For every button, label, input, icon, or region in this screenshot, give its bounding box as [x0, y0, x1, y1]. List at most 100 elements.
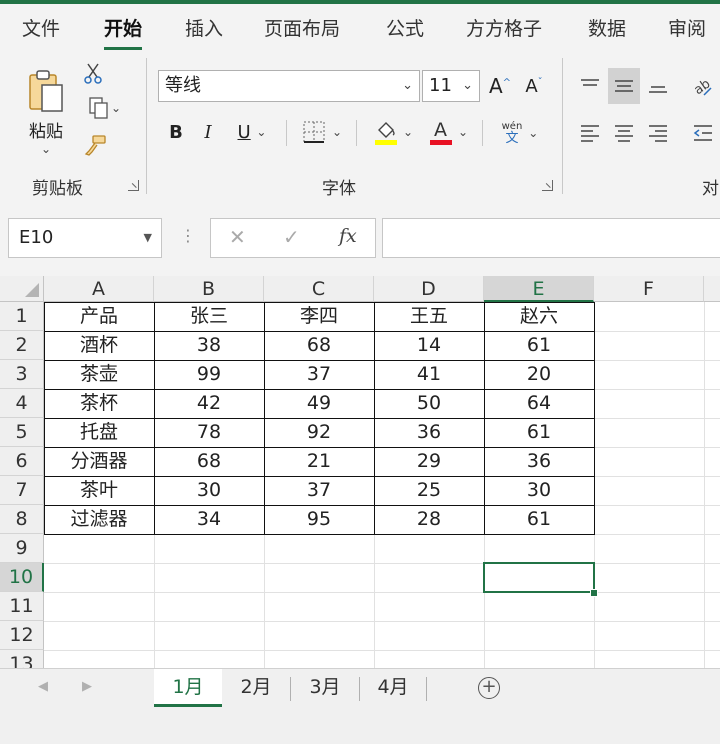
row-header-6[interactable]: 6 [0, 447, 44, 476]
formula-input[interactable] [382, 218, 720, 258]
tab-file[interactable]: 文件 [22, 14, 60, 41]
row-header-4[interactable]: 4 [0, 389, 44, 418]
table-cell[interactable]: 64 [484, 389, 594, 418]
row-header-13[interactable]: 13 [0, 650, 44, 668]
row-header-8[interactable]: 8 [0, 505, 44, 534]
chevron-down-icon[interactable]: ⌄ [402, 71, 413, 101]
align-right-button[interactable] [644, 118, 672, 148]
chevron-down-icon[interactable]: ⌄ [332, 125, 342, 139]
table-header-cell[interactable]: 赵六 [484, 302, 594, 331]
chevron-down-icon[interactable]: ⌄ [462, 71, 473, 101]
insert-function-icon[interactable]: fx [339, 225, 357, 247]
row-header-2[interactable]: 2 [0, 331, 44, 360]
table-cell[interactable]: 28 [374, 505, 484, 534]
row-header-10[interactable]: 10 [0, 563, 44, 592]
table-cell[interactable]: 68 [264, 331, 374, 360]
table-cell[interactable]: 49 [264, 389, 374, 418]
table-cell[interactable]: 41 [374, 360, 484, 389]
table-cell[interactable]: 36 [374, 418, 484, 447]
table-header-cell[interactable]: 王五 [374, 302, 484, 331]
row-header-11[interactable]: 11 [0, 592, 44, 621]
chevron-down-icon[interactable]: ⌄ [458, 125, 468, 139]
phonetic-guide-button[interactable]: wén 文 ⌄ [494, 116, 546, 150]
table-cell[interactable]: 21 [264, 447, 374, 476]
table-cell[interactable]: 34 [154, 505, 264, 534]
table-cell[interactable]: 茶杯 [44, 389, 154, 418]
row-header-7[interactable]: 7 [0, 476, 44, 505]
table-cell[interactable]: 托盘 [44, 418, 154, 447]
table-header-cell[interactable]: 张三 [154, 302, 264, 331]
table-cell[interactable]: 茶壶 [44, 360, 154, 389]
table-cell[interactable]: 61 [484, 418, 594, 447]
table-cell[interactable]: 95 [264, 505, 374, 534]
name-box[interactable]: E10 ▼ [8, 218, 162, 258]
name-box-dropdown-icon[interactable]: ▼ [144, 219, 152, 257]
table-cell[interactable]: 37 [264, 360, 374, 389]
table-cell[interactable]: 78 [154, 418, 264, 447]
cancel-icon[interactable]: ✕ [229, 225, 246, 249]
prev-sheet-icon[interactable]: ◀ [38, 679, 48, 694]
table-cell[interactable]: 25 [374, 476, 484, 505]
italic-button[interactable]: I [196, 118, 220, 146]
fill-handle[interactable] [590, 589, 598, 597]
table-cell[interactable]: 50 [374, 389, 484, 418]
tab-formulas[interactable]: 公式 [386, 14, 424, 41]
underline-button[interactable]: U ⌄ [228, 118, 276, 146]
table-cell[interactable]: 99 [154, 360, 264, 389]
paste-button[interactable]: 粘贴 ⌄ [16, 62, 76, 162]
row-header-1[interactable]: 1 [0, 302, 44, 331]
tab-page-layout[interactable]: 页面布局 [264, 14, 340, 41]
column-header-b[interactable]: B [154, 276, 264, 302]
table-cell[interactable]: 14 [374, 331, 484, 360]
borders-button[interactable]: ⌄ [296, 118, 348, 146]
align-bottom-button[interactable] [644, 70, 672, 102]
cut-button[interactable] [82, 62, 104, 84]
table-cell[interactable]: 61 [484, 505, 594, 534]
column-header-next[interactable] [704, 276, 720, 302]
font-name-combo[interactable]: 等线 ⌄ [158, 70, 420, 102]
format-painter-button[interactable] [82, 132, 108, 158]
enter-check-icon[interactable]: ✓ [283, 225, 300, 249]
selected-cell-e10[interactable] [483, 562, 595, 593]
paste-dropdown-icon[interactable]: ⌄ [41, 142, 51, 156]
align-left-button[interactable] [576, 118, 604, 148]
table-cell[interactable]: 61 [484, 331, 594, 360]
copy-button[interactable]: ⌄ [80, 96, 128, 120]
tab-data[interactable]: 数据 [588, 14, 626, 41]
column-header-c[interactable]: C [264, 276, 374, 302]
table-cell[interactable]: 36 [484, 447, 594, 476]
table-cell[interactable]: 30 [484, 476, 594, 505]
tab-fangfang[interactable]: 方方格子 [466, 14, 542, 41]
table-cell[interactable]: 29 [374, 447, 484, 476]
table-cell[interactable]: 酒杯 [44, 331, 154, 360]
decrease-font-size-button[interactable]: Aˇ [520, 70, 548, 102]
font-launcher-icon[interactable] [542, 180, 553, 191]
formula-bar-grip-icon[interactable]: ⋮ [180, 226, 196, 245]
bold-button[interactable]: B [164, 118, 188, 146]
clipboard-launcher-icon[interactable] [128, 180, 139, 191]
table-cell[interactable]: 42 [154, 389, 264, 418]
row-header-12[interactable]: 12 [0, 621, 44, 650]
align-center-button[interactable] [610, 118, 638, 148]
column-header-f[interactable]: F [594, 276, 704, 302]
chevron-down-icon[interactable]: ⌄ [256, 125, 266, 139]
sheet-tab-1[interactable]: 1月 [154, 669, 222, 707]
table-header-cell[interactable]: 产品 [44, 302, 154, 331]
increase-font-size-button[interactable]: A^ [486, 70, 514, 102]
column-header-d[interactable]: D [374, 276, 484, 302]
align-middle-button[interactable] [608, 68, 640, 104]
table-cell[interactable]: 68 [154, 447, 264, 476]
fill-color-button[interactable]: ⌄ [368, 116, 418, 148]
add-sheet-icon[interactable]: + [478, 677, 500, 699]
sheet-tab-2[interactable]: 2月 [222, 669, 290, 707]
align-top-button[interactable] [576, 70, 604, 102]
row-header-3[interactable]: 3 [0, 360, 44, 389]
table-cell[interactable]: 37 [264, 476, 374, 505]
column-header-e[interactable]: E [484, 276, 594, 302]
sheet-tab-4[interactable]: 4月 [360, 669, 426, 707]
table-cell[interactable]: 分酒器 [44, 447, 154, 476]
table-cell[interactable]: 30 [154, 476, 264, 505]
worksheet-grid[interactable]: A B C D E F 1 2 3 4 5 6 7 8 9 10 11 12 1… [0, 276, 720, 668]
table-cell[interactable]: 过滤器 [44, 505, 154, 534]
table-cell[interactable]: 38 [154, 331, 264, 360]
